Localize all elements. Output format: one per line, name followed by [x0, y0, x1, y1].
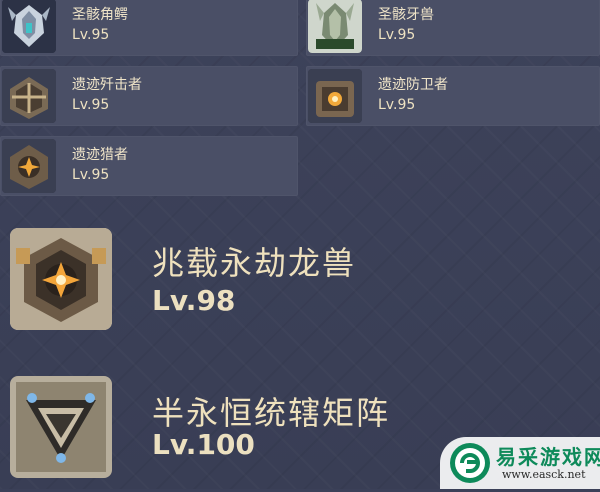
boss-card-saurian-horned[interactable]: 圣骸角鳄 Lv.95	[0, 0, 298, 56]
boss-entry-aeonblight-drake[interactable]: 兆载永劫龙兽 Lv.98	[0, 212, 600, 342]
boss-name: 遗迹歼击者	[72, 77, 142, 93]
boss-level: Lv.100	[152, 428, 255, 461]
ruin-defender-icon	[308, 69, 362, 123]
boss-level: Lv.95	[72, 97, 110, 113]
watermark-url: www.easck.net	[502, 468, 586, 481]
perpetual-mechanical-array-icon	[10, 376, 112, 478]
aeonblight-drake-icon	[10, 228, 112, 330]
ruin-destroyer-icon	[2, 69, 56, 123]
boss-level: Lv.98	[152, 284, 236, 317]
site-logo-icon	[450, 443, 490, 483]
boss-name: 圣骸角鳄	[72, 7, 128, 23]
boss-card-ruin-hunter[interactable]: 遗迹猎者 Lv.95	[0, 136, 298, 196]
boss-level: Lv.95	[378, 97, 416, 113]
boss-name: 遗迹猎者	[72, 147, 128, 163]
saurian-fanged-icon	[308, 0, 362, 53]
boss-level: Lv.95	[378, 27, 416, 43]
boss-name: 圣骸牙兽	[378, 7, 434, 23]
boss-name: 兆载永劫龙兽	[152, 244, 357, 282]
boss-card-ruin-defender[interactable]: 遗迹防卫者 Lv.95	[306, 66, 600, 126]
watermark-title: 易采游戏网	[496, 445, 600, 469]
boss-level: Lv.95	[72, 167, 110, 183]
boss-name: 遗迹防卫者	[378, 77, 448, 93]
site-watermark: 易采游戏网 www.easck.net	[440, 437, 600, 489]
ruin-hunter-icon	[2, 139, 56, 193]
boss-level: Lv.95	[72, 27, 110, 43]
saurian-horned-icon	[2, 0, 56, 53]
boss-card-ruin-destroyer[interactable]: 遗迹歼击者 Lv.95	[0, 66, 298, 126]
boss-card-saurian-fanged[interactable]: 圣骸牙兽 Lv.95	[306, 0, 600, 56]
